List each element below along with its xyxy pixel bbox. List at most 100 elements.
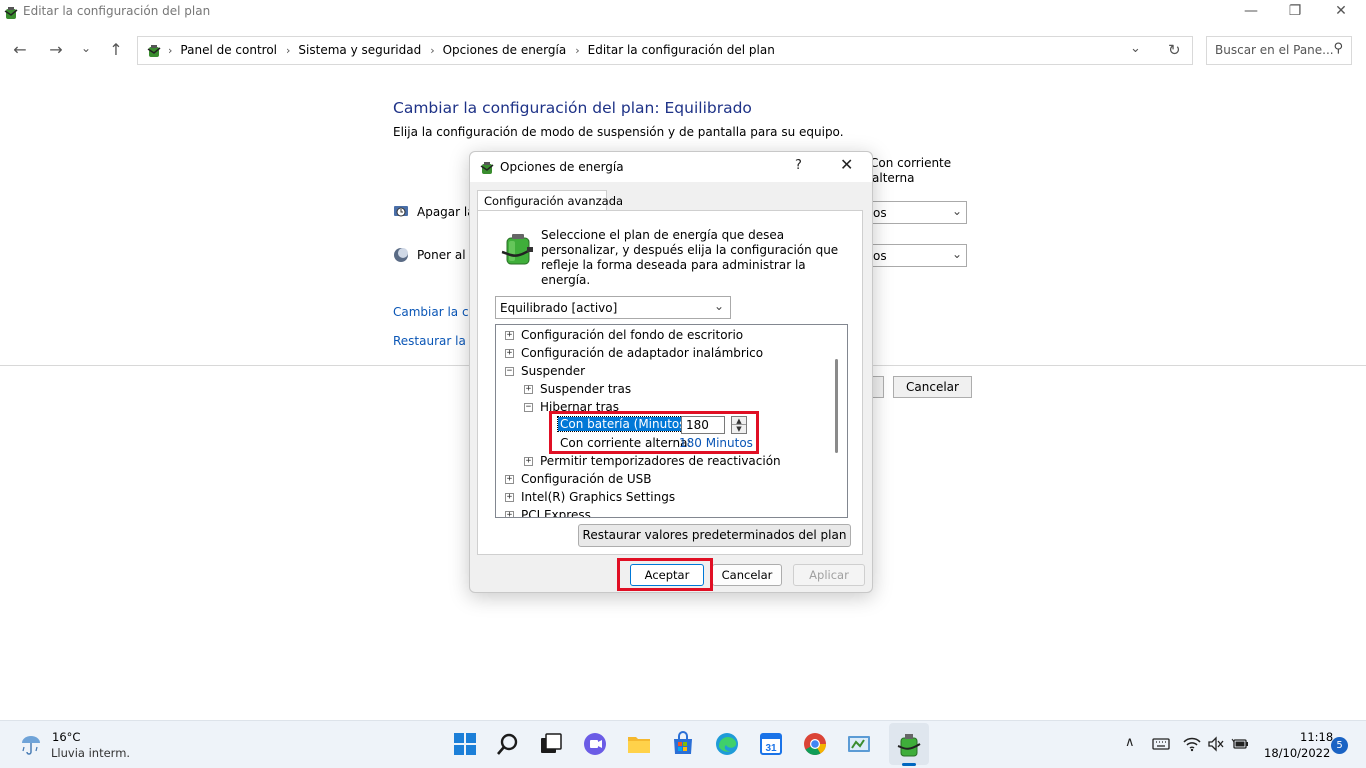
tree-item-wireless-adapter[interactable]: + Configuración de adaptador inalámbrico: [496, 344, 832, 362]
refresh-icon[interactable]: ↻: [1168, 41, 1181, 59]
tree-item-desktop-background[interactable]: + Configuración del fondo de escritorio: [496, 326, 832, 344]
search-icon[interactable]: [494, 730, 522, 758]
help-icon[interactable]: ?: [795, 158, 802, 173]
chrome-browser-icon[interactable]: [801, 730, 829, 758]
breadcrumb: › Panel de control › Sistema y seguridad › Op…: [168, 43, 775, 57]
back-arrow-icon[interactable]: ←: [8, 38, 32, 62]
minutes-stepper[interactable]: ▲ ▼: [731, 416, 747, 434]
expand-icon[interactable]: +: [505, 349, 514, 358]
dialog-close-icon[interactable]: ✕: [840, 155, 853, 174]
active-app-indicator: [902, 763, 916, 766]
expand-icon[interactable]: +: [505, 511, 514, 517]
tree-item-hibernate-after[interactable]: − Hibernar tras: [496, 398, 832, 416]
tree-item-on-battery[interactable]: Con batería (Minutos): 180 ▲ ▼: [496, 416, 832, 434]
plugged-in-value[interactable]: 180 Minutos: [679, 436, 753, 450]
up-arrow-icon[interactable]: ↑: [104, 38, 128, 62]
search-placeholder: Buscar en el Pane...: [1215, 43, 1334, 57]
tab-advanced-settings[interactable]: Configuración avanzada: [477, 190, 623, 211]
tree-scrollbar-thumb[interactable]: [835, 359, 838, 453]
tree-item-plugged-in[interactable]: Con corriente alterna: 180 Minutos: [496, 434, 832, 452]
close-button[interactable]: ✕: [1318, 0, 1364, 24]
expand-icon[interactable]: +: [505, 331, 514, 340]
stepper-up-icon[interactable]: ▲: [732, 417, 746, 425]
tree-item-usb[interactable]: + Configuración de USB: [496, 470, 832, 488]
breadcrumb-separator-icon: ›: [168, 44, 173, 57]
show-hidden-icons-icon[interactable]: ∧: [1125, 735, 1135, 750]
background-cancel-button[interactable]: Cancelar: [893, 376, 972, 398]
expand-icon[interactable]: +: [524, 457, 533, 466]
rain-cloud-icon[interactable]: [18, 731, 44, 757]
stepper-down-icon[interactable]: ▼: [732, 425, 746, 433]
plan-select[interactable]: Equilibrado [activo] ⌄: [495, 296, 731, 319]
maximize-button[interactable]: ❐: [1272, 0, 1318, 24]
chevron-down-icon: ⌄: [951, 204, 962, 218]
start-windows-icon[interactable]: [451, 730, 479, 758]
notification-badge[interactable]: 5: [1331, 737, 1348, 754]
page-title: Cambiar la configuración del plan: Equil…: [393, 99, 752, 117]
battery-charging-icon[interactable]: [1231, 736, 1249, 752]
task-view-icon[interactable]: [537, 730, 565, 758]
tree-item-intel-graphics[interactable]: + Intel(R) Graphics Settings: [496, 488, 832, 506]
search-icon[interactable]: ⚲: [1333, 41, 1343, 56]
tree-item-wake-timers[interactable]: + Permitir temporizadores de reactivació…: [496, 452, 832, 470]
expand-icon[interactable]: +: [505, 475, 514, 484]
recent-locations-chevron-icon[interactable]: ⌄: [74, 36, 98, 60]
power-options-taskbar-icon[interactable]: [895, 730, 923, 758]
power-options-icon: [480, 162, 494, 174]
turn-off-display-label: Apagar la: [417, 205, 475, 219]
collapse-icon[interactable]: −: [524, 403, 533, 412]
expand-icon[interactable]: +: [524, 385, 533, 394]
settings-tree[interactable]: + Configuración del fondo de escritorio …: [495, 324, 848, 518]
weather-description[interactable]: Lluvia interm.: [51, 746, 130, 760]
plugged-in-label: Con corriente alterna:: [560, 436, 692, 450]
dialog-title: Opciones de energía: [500, 160, 624, 174]
edge-browser-icon[interactable]: [713, 730, 741, 758]
clock-date[interactable]: 18/10/2022: [1264, 746, 1330, 760]
keyboard-icon[interactable]: [1152, 736, 1170, 752]
sleep-moon-icon: [394, 248, 408, 262]
tree-item-sleep[interactable]: − Suspender: [496, 362, 832, 380]
address-bar[interactable]: › Panel de control › Sistema y seguridad › Op…: [137, 36, 1193, 65]
column-header-ac: Con corriente alterna: [870, 156, 952, 185]
page-subtitle: Elija la configuración de modo de suspen…: [393, 125, 844, 139]
microsoft-store-icon[interactable]: [669, 730, 697, 758]
collapse-icon[interactable]: −: [505, 367, 514, 376]
breadcrumb-system-security[interactable]: Sistema y seguridad: [298, 43, 421, 57]
breadcrumb-separator-icon: ›: [430, 44, 435, 57]
breadcrumb-separator-icon: ›: [286, 44, 291, 57]
power-options-icon: [4, 7, 18, 19]
plan-select-value: Equilibrado [activo]: [500, 301, 618, 315]
minimize-button[interactable]: —: [1228, 0, 1274, 24]
svg-text:31: 31: [765, 743, 777, 754]
weather-temperature[interactable]: 16°C: [52, 730, 80, 744]
turn-off-display-select[interactable]: os ⌄: [862, 201, 967, 224]
address-dropdown-icon[interactable]: ⌄: [1130, 41, 1141, 56]
chat-icon[interactable]: [581, 730, 609, 758]
control-panel-icon[interactable]: [845, 730, 873, 758]
clock-time[interactable]: 11:18: [1300, 730, 1333, 744]
dialog-intro-text: Seleccione el plan de energía que desea …: [541, 228, 839, 287]
change-advanced-settings-link[interactable]: Cambiar la cor: [393, 305, 481, 319]
breadcrumb-power-options[interactable]: Opciones de energía: [443, 43, 567, 57]
file-explorer-icon[interactable]: [625, 730, 653, 758]
accept-button[interactable]: Aceptar: [630, 564, 704, 586]
breadcrumb-edit-plan[interactable]: Editar la configuración del plan: [588, 43, 775, 57]
volume-muted-icon[interactable]: [1207, 736, 1225, 752]
on-battery-minutes-input[interactable]: 180: [681, 416, 725, 434]
restore-defaults-button[interactable]: Restaurar valores predeterminados del pl…: [578, 524, 851, 547]
tree-item-sleep-after[interactable]: + Suspender tras: [496, 380, 832, 398]
chevron-down-icon: ⌄: [713, 299, 724, 313]
forward-arrow-icon[interactable]: →: [44, 38, 68, 62]
display-timer-icon: [394, 206, 408, 217]
calendar-icon[interactable]: 31: [757, 730, 785, 758]
chevron-down-icon: ⌄: [951, 247, 962, 261]
expand-icon[interactable]: +: [505, 493, 514, 502]
apply-button[interactable]: Aplicar: [793, 564, 865, 586]
cancel-button[interactable]: Cancelar: [712, 564, 782, 586]
sleep-select[interactable]: os ⌄: [862, 244, 967, 267]
tree-item-pci-express[interactable]: + PCI Express: [496, 506, 832, 517]
on-battery-label: Con batería (Minutos):: [556, 416, 698, 432]
breadcrumb-control-panel[interactable]: Panel de control: [180, 43, 277, 57]
wifi-icon[interactable]: [1183, 736, 1201, 752]
search-box[interactable]: Buscar en el Pane... ⚲: [1206, 36, 1352, 65]
